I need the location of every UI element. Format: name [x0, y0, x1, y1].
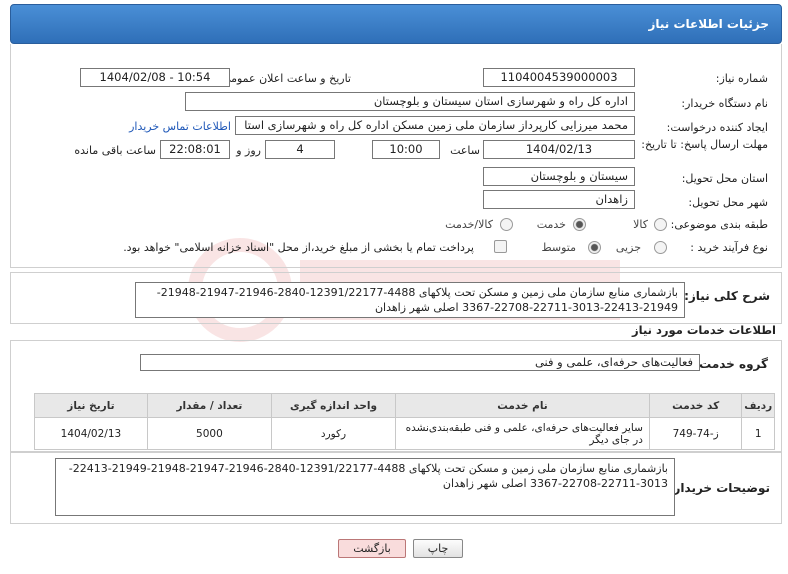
print-button[interactable]: چاپ [413, 539, 463, 558]
col-index: ردیف [741, 393, 775, 418]
summary-text: بازشماری منابع سازمان ملی زمین و مسکن تح… [135, 282, 685, 318]
col-name: نام خدمت [395, 393, 650, 418]
table-row: 1 ز-74-749 سایر فعالیت‌های حرفه‌ای، علمی… [34, 417, 775, 450]
cell-code: ز-74-749 [648, 417, 743, 450]
buyer-org-field: اداره کل راه و شهرسازی استان سیستان و بل… [185, 92, 635, 111]
col-unit: واحد اندازه گیری [270, 393, 397, 418]
remaining-time-field: 22:08:01 [160, 140, 230, 159]
back-button[interactable]: بازگشت [338, 539, 406, 558]
table-header-row: ردیف کد خدمت نام خدمت واحد اندازه گیری ت… [34, 393, 775, 418]
buyer-notes-text: بازشماری منابع سازمان ملی زمین و مسکن تح… [55, 458, 675, 516]
page-header: جزئیات اطلاعات نیاز [10, 4, 782, 44]
service-group-field: فعالیت‌های حرفه‌ای، علمی و فنی [140, 354, 700, 371]
category-radio-both[interactable] [500, 218, 513, 231]
col-code: کد خدمت [648, 393, 743, 418]
city-field: زاهدان [483, 190, 635, 209]
services-table: ردیف کد خدمت نام خدمت واحد اندازه گیری ت… [34, 393, 775, 450]
category-option-service: خدمت [536, 218, 566, 231]
process-radio-medium[interactable] [588, 241, 601, 254]
service-group-label: گروه خدمت: [694, 357, 768, 371]
category-option-goods: کالا [633, 218, 648, 231]
cell-name: سایر فعالیت‌های حرفه‌ای، علمی و فنی طبقه… [395, 417, 650, 450]
days-remaining-field: 4 [265, 140, 335, 159]
process-option-medium: متوسط [541, 241, 576, 254]
cell-index: 1 [741, 417, 775, 450]
category-radio-service[interactable] [573, 218, 586, 231]
summary-label: شرح کلی نیاز: [684, 289, 770, 303]
deadline-time-field: 10:00 [372, 140, 440, 159]
days-label: روز و [236, 144, 261, 157]
announce-date-field: 1404/02/08 - 10:54 [80, 68, 230, 87]
process-option-minor: جزیی [615, 241, 641, 254]
announce-date-label: تاریخ و ساعت اعلان عمومی: [218, 72, 351, 85]
col-qty: تعداد / مقدار [146, 393, 272, 418]
cell-date: 1404/02/13 [34, 417, 148, 450]
need-number-label: شماره نیاز: [715, 72, 768, 85]
city-label: شهر محل تحویل: [688, 196, 768, 209]
deadline-date-field: 1404/02/13 [483, 140, 635, 159]
process-label: نوع فرآیند خرید : [690, 241, 768, 254]
cell-qty: 5000 [146, 417, 272, 450]
creator-label: ایجاد کننده درخواست: [666, 121, 768, 134]
category-label: طبقه بندی موضوعی: [670, 218, 768, 231]
treasury-payment-checkbox[interactable] [494, 240, 507, 253]
services-section-title: اطلاعات خدمات مورد نیاز [632, 323, 776, 337]
deadline-time-label: ساعت [450, 144, 480, 157]
buyer-notes-label: توضیحات خریدار: [668, 481, 770, 495]
province-field: سیستان و بلوچستان [483, 167, 635, 186]
need-number-field: 1104004539000003 [483, 68, 635, 87]
category-option-both: کالا/خدمت [445, 218, 493, 231]
process-radio-minor[interactable] [654, 241, 667, 254]
buyer-org-label: نام دستگاه خریدار: [681, 97, 768, 110]
col-date: تاریخ نیاز [34, 393, 148, 418]
remaining-time-label: ساعت باقی مانده [74, 144, 156, 157]
cell-unit: رکورد [270, 417, 397, 450]
buyer-contact-link[interactable]: اطلاعات تماس خریدار [129, 120, 231, 133]
page-title: جزئیات اطلاعات نیاز [648, 17, 769, 31]
creator-field: محمد میرزایی کارپرداز سازمان ملی زمین مس… [235, 116, 635, 135]
deadline-label: مهلت ارسال پاسخ: تا تاریخ: [641, 138, 768, 151]
province-label: استان محل تحویل: [681, 172, 768, 185]
payment-note: پرداخت تمام یا بخشی از مبلغ خرید،از محل … [123, 241, 474, 254]
category-radio-goods[interactable] [654, 218, 667, 231]
